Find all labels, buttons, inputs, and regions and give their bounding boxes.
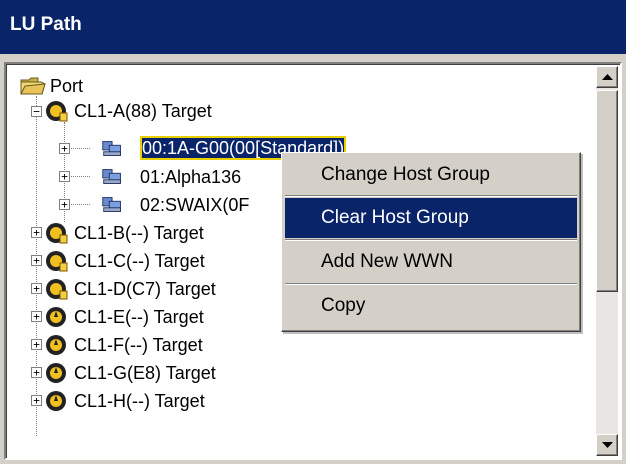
port-target-icon (46, 223, 68, 244)
panel-title: LU Path (10, 14, 82, 35)
tree-item-port[interactable]: + CL1-E(--) Target (6, 304, 306, 330)
tree-item-port[interactable]: + CL1-B(--) Target (6, 220, 306, 246)
menu-item-clear-host-group[interactable]: Clear Host Group (285, 198, 577, 238)
expand-icon[interactable]: + (31, 227, 42, 238)
tree-item-label: CL1-D(C7) Target (74, 279, 216, 299)
expand-icon[interactable]: + (31, 311, 42, 322)
expand-icon[interactable]: + (31, 339, 42, 350)
context-menu: Change Host Group Clear Host Group Add N… (281, 152, 581, 332)
tree-item-label: 01:Alpha136 (140, 167, 242, 187)
scroll-up-button[interactable] (596, 66, 618, 88)
tree-item-label: Port (50, 76, 84, 96)
vertical-scrollbar[interactable] (596, 66, 618, 456)
tree-item-label: CL1-E(--) Target (74, 307, 204, 327)
folder-icon (20, 77, 46, 95)
tree-item-port[interactable]: − CL1-A(88) Target (6, 98, 306, 124)
menu-separator (285, 283, 577, 285)
arrow-down-icon (602, 442, 613, 448)
tree-item-host-group[interactable]: + 02:SWAIX(0F (6, 192, 306, 218)
tree-item-label: CL1-A(88) Target (74, 101, 212, 121)
title-bar: LU Path (0, 0, 626, 54)
menu-separator (285, 239, 577, 241)
scroll-down-button[interactable] (596, 434, 618, 456)
port-target-icon (46, 363, 66, 383)
tree-item-port[interactable]: + CL1-D(C7) Target (6, 276, 306, 302)
expand-icon[interactable]: + (31, 367, 42, 378)
port-target-icon (46, 279, 68, 300)
expand-icon[interactable]: + (31, 283, 42, 294)
host-group-icon (102, 169, 121, 184)
scroll-thumb[interactable] (596, 90, 618, 292)
arrow-up-icon (602, 74, 613, 80)
port-target-icon (46, 251, 68, 272)
tree-item-label: CL1-H(--) Target (74, 391, 205, 411)
tree-item-label: CL1-C(--) Target (74, 251, 205, 271)
tree-item-host-group[interactable]: + 01:Alpha136 (6, 164, 306, 190)
menu-item-add-new-wwn[interactable]: Add New WWN (285, 242, 577, 282)
port-target-icon (46, 335, 66, 355)
tree-item-port[interactable]: + CL1-H(--) Target (6, 388, 306, 414)
port-target-icon (46, 391, 66, 411)
expand-icon[interactable]: + (31, 255, 42, 266)
menu-item-change-host-group[interactable]: Change Host Group (285, 155, 577, 195)
expand-icon[interactable]: + (59, 143, 70, 154)
tree-item-label: CL1-B(--) Target (74, 223, 204, 243)
tree-item-label: CL1-G(E8) Target (74, 363, 216, 383)
port-target-icon (46, 307, 66, 327)
menu-separator (285, 195, 577, 197)
tree-item-port[interactable]: + CL1-G(E8) Target (6, 360, 306, 386)
expand-icon[interactable]: + (59, 199, 70, 210)
tree-item-label: CL1-F(--) Target (74, 335, 203, 355)
collapse-icon[interactable]: − (31, 106, 42, 117)
host-group-icon (102, 197, 121, 212)
expand-icon[interactable]: + (31, 395, 42, 406)
tree-item-port[interactable]: + CL1-F(--) Target (6, 332, 306, 358)
tree-item-port[interactable]: + CL1-C(--) Target (6, 248, 306, 274)
port-target-icon (46, 101, 68, 122)
menu-item-copy[interactable]: Copy (285, 286, 577, 326)
host-group-icon (102, 141, 121, 156)
expand-icon[interactable]: + (59, 171, 70, 182)
tree-item-label: 02:SWAIX(0F (140, 195, 250, 215)
